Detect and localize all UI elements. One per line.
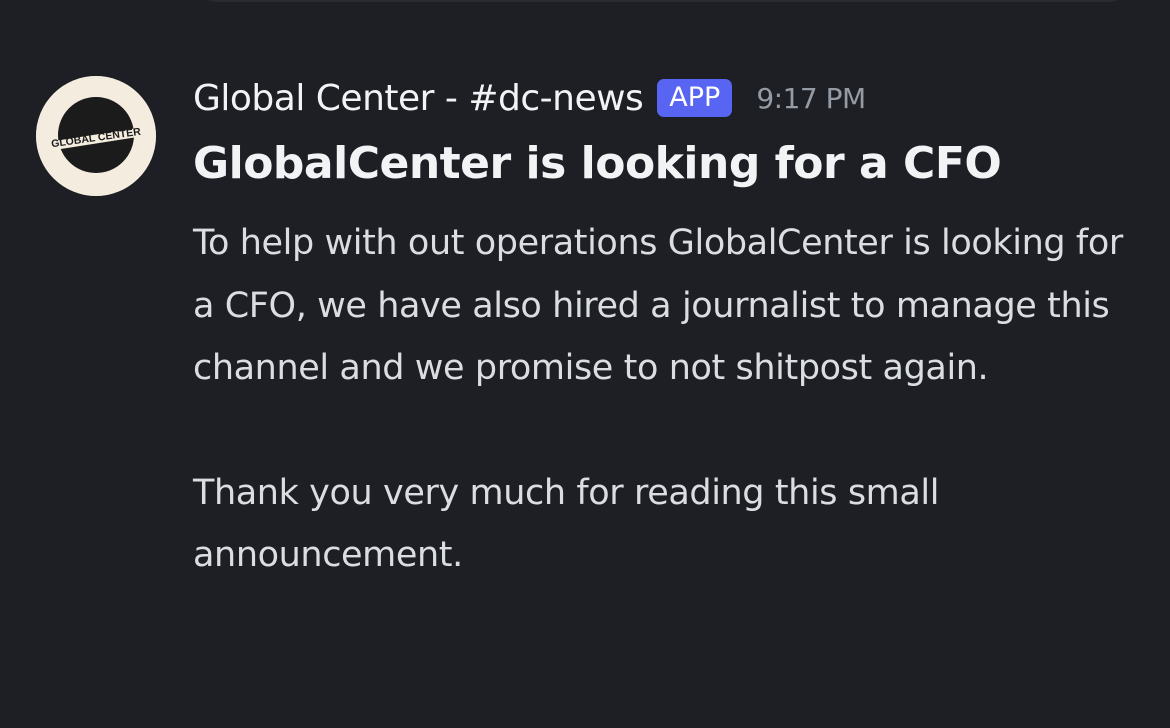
message-paragraph: To help with out operations GlobalCenter… xyxy=(193,223,1123,388)
message-timestamp: 9:17 PM xyxy=(756,81,866,115)
app-badge: APP xyxy=(657,78,733,118)
author-name[interactable]: Global Center - #dc-news xyxy=(193,78,644,119)
avatar[interactable]: GLOBAL CENTER xyxy=(36,76,156,196)
message-body: To help with out operations GlobalCenter… xyxy=(193,212,1133,587)
chat-message: GLOBAL CENTER Global Center - #dc-news A… xyxy=(0,0,1170,728)
message-header: Global Center - #dc-news APP 9:17 PM xyxy=(193,70,866,126)
message-title: GlobalCenter is looking for a CFO xyxy=(193,138,1002,189)
global-center-logo-icon: GLOBAL CENTER xyxy=(36,76,156,196)
message-paragraph: Thank you very much for reading this sma… xyxy=(193,472,940,576)
